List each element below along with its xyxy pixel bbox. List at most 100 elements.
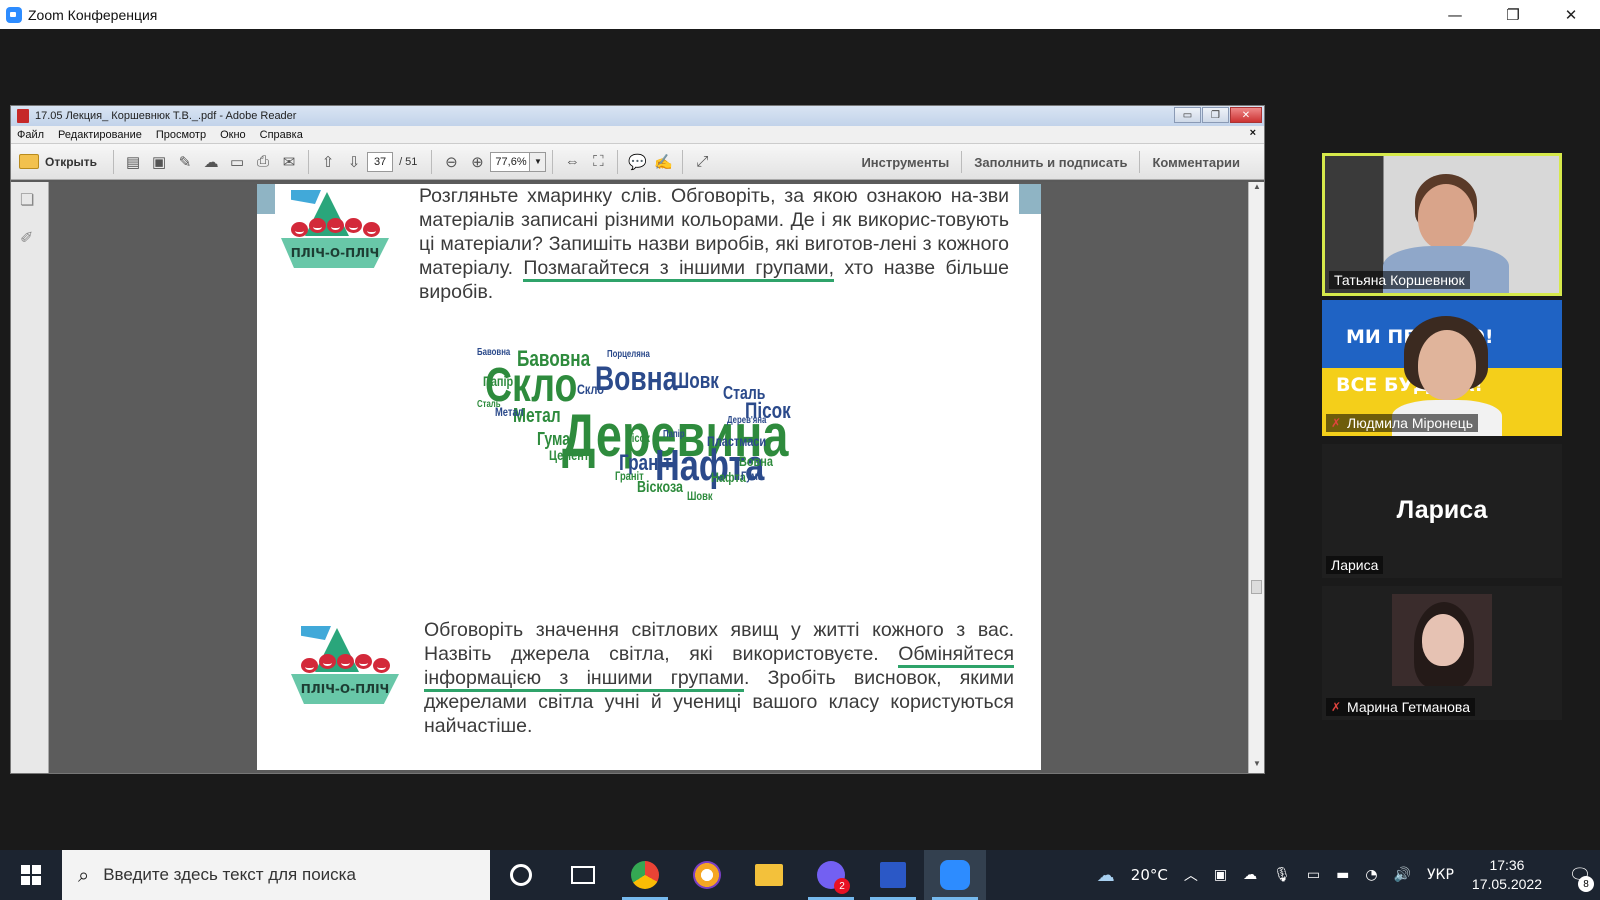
window-title: Zoom Конференция [28,6,158,23]
microphone-icon[interactable]: 🎙 [1273,867,1291,883]
page-number-input[interactable]: 37 [367,151,394,172]
fill-sign-tab[interactable]: Заполнить и подписать [962,155,1139,170]
menu-help[interactable]: Справка [260,129,303,141]
tools-tab[interactable]: Инструменты [849,155,961,170]
save-app-taskbar-button[interactable] [862,850,924,900]
meet-now-icon[interactable]: ▣ [1214,867,1227,883]
create-pdf-icon[interactable]: ▤ [120,149,146,175]
participant-avatar [1392,594,1492,686]
explorer-taskbar-button[interactable] [738,850,800,900]
windows-icon [21,865,41,885]
action-center-button[interactable]: 🗨 8 [1560,850,1600,900]
wifi-icon[interactable]: ◔ [1365,867,1377,883]
export-pdf-icon[interactable]: ▣ [146,149,172,175]
weather-temp[interactable]: 20°C [1131,866,1168,884]
clock[interactable]: 17:36 17.05.2022 [1472,856,1542,894]
document-close-button[interactable]: × [1250,127,1256,139]
reader-close-button[interactable]: ✕ [1230,107,1262,123]
word-cloud-word: Метал [495,405,524,419]
reader-restore-button[interactable]: ❐ [1202,107,1229,123]
reader-menubar: Файл Редактирование Просмотр Окно Справк… [11,126,1264,144]
zoom-level-input[interactable]: 77,6% [490,151,531,172]
display-icon[interactable]: ▭ [1307,867,1320,883]
zoom-out-icon[interactable]: ⊖ [438,149,464,175]
scroll-up-icon[interactable]: ▲ [1249,182,1265,196]
window-controls: — ❐ ✕ [1426,0,1600,29]
participant-name: Лариса [1331,557,1379,573]
battery-icon[interactable]: ▬ [1336,867,1349,883]
system-tray: ☁ 20°C ︿ ▣ ☁ 🎙 ▭ ▬ ◔ 🔊 УКР 17:36 17.05.2… [1089,850,1600,900]
comment-icon[interactable]: 💬 [624,149,650,175]
viber-taskbar-button[interactable]: 2 [800,850,862,900]
weather-icon[interactable]: ☁ [1097,865,1115,886]
word-cloud: Деревина Скло Нафта Вовна Шовк Сталь Пісок Мета… [477,334,827,534]
print-icon[interactable]: ⎙ [250,149,276,175]
next-page-icon[interactable]: ⇩ [341,149,367,175]
menu-edit[interactable]: Редактирование [58,129,142,141]
participant-tile-active-speaker[interactable]: Татьяна Коршевнюк [1322,153,1562,296]
mic-muted-icon: ✗ [1331,416,1342,430]
scroll-down-icon[interactable]: ▼ [1249,759,1265,773]
taskbar-search[interactable]: ⌕ Введите здесь текст для поиска [62,850,490,900]
floppy-icon [880,862,906,888]
close-button[interactable]: ✕ [1542,0,1600,29]
prev-page-icon[interactable]: ⇧ [315,149,341,175]
word-cloud-word: Шовк [687,489,713,503]
fit-width-icon[interactable]: ⇔ [559,149,585,175]
menu-view[interactable]: Просмотр [156,129,206,141]
cloud-upload-icon[interactable]: ☁ [198,149,224,175]
fit-page-icon[interactable]: ⛶ [585,149,611,175]
task-view-button[interactable] [552,850,614,900]
toolbar-separator [308,149,310,174]
vertical-scrollbar[interactable]: ▲ ▼ [1248,182,1264,773]
participant-name: Марина Гетманова [1347,699,1470,715]
comments-tab[interactable]: Комментарии [1140,155,1252,170]
volume-icon[interactable]: 🔊 [1394,867,1411,883]
pdf-icon [17,109,29,123]
zoom-taskbar-button[interactable] [924,850,986,900]
windows-taskbar: ⌕ Введите здесь текст для поиска 2 ☁ 20°… [0,850,1600,900]
word-cloud-word: Бавовна [477,347,511,358]
fullscreen-icon[interactable]: ⤢ [689,149,715,175]
cortana-button[interactable] [490,850,552,900]
task-paragraph-2: Обговоріть значення світлових явищ у жит… [424,618,1014,738]
start-button[interactable] [0,850,62,900]
reader-minimize-button[interactable]: ▭ [1174,107,1201,123]
toolbar-panels: Инструменты Заполнить и подписать Коммен… [849,144,1252,180]
navigation-rail: ❏ ✐ [11,182,49,773]
input-language[interactable]: УКР [1427,867,1454,883]
chrome-taskbar-button[interactable] [614,850,676,900]
menu-window[interactable]: Окно [220,129,246,141]
zoom-dropdown-icon[interactable]: ▼ [530,151,547,172]
app-taskbar-button[interactable] [676,850,738,900]
pages-panel-icon[interactable]: ❏ [20,190,38,210]
toolbar-separator [431,149,433,174]
zoom-in-icon[interactable]: ⊕ [464,149,490,175]
word-cloud-word: Дерев'яна [727,415,767,426]
restore-button[interactable]: ❐ [1484,0,1542,29]
highlight-icon[interactable]: ✍ [650,149,676,175]
menu-file[interactable]: Файл [17,129,44,141]
email-icon[interactable]: ✉ [276,149,302,175]
word-cloud-word: Папір [663,429,685,440]
notification-badge: 2 [834,878,850,894]
reader-window-controls: ▭ ❐ ✕ [1174,107,1262,123]
scroll-thumb[interactable] [1251,580,1262,594]
word-cloud-word: Порцеляна [607,349,650,360]
open-button[interactable]: Открыть [11,149,107,175]
clock-date: 17.05.2022 [1471,876,1542,892]
word-cloud-word: Пісок [625,431,650,445]
task-view-icon [571,866,595,884]
minimize-button[interactable]: — [1426,0,1484,29]
participant-tile[interactable]: МИ ПЕР ЕМО! ВСЕ БУД ЇНА! ✗ Людмила Мірон… [1322,300,1562,436]
edit-icon[interactable]: ✎ [172,149,198,175]
participant-tile[interactable]: Лариса Лариса [1322,444,1562,578]
chevron-up-icon[interactable]: ︿ [1184,865,1198,885]
attachments-icon[interactable]: ✐ [20,228,38,248]
onedrive-icon[interactable]: ☁ [1243,867,1257,883]
participant-name: Людмила Міронець [1347,415,1474,431]
participant-tile[interactable]: ✗ Марина Гетманова [1322,586,1562,720]
toolbar-separator [552,149,554,174]
save-icon[interactable]: ▭ [224,149,250,175]
open-label: Открыть [45,154,98,169]
